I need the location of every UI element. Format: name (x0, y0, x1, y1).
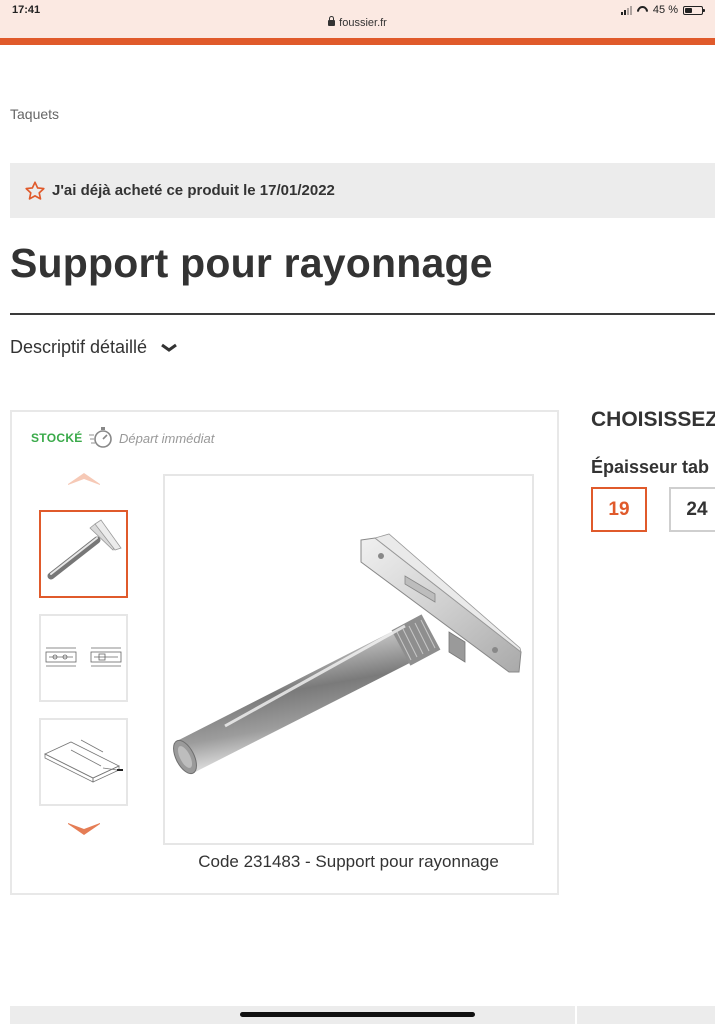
thumbnail-technical-drawing[interactable] (39, 614, 128, 702)
status-bar: 17:41 foussier.fr 45 % (0, 0, 715, 38)
description-toggle-label: Descriptif détaillé (10, 337, 148, 357)
thumbnail-image (47, 519, 122, 580)
address-bar[interactable]: foussier.fr (0, 16, 715, 29)
purchase-notice: J'ai déjà acheté ce produit le 17/01/202… (10, 163, 715, 218)
thickness-option-24[interactable]: 24 (669, 487, 715, 532)
bottom-divider (575, 1006, 577, 1024)
product-image (173, 533, 522, 775)
battery-icon (683, 5, 705, 15)
main-product-image[interactable] (163, 474, 534, 845)
thumbnail-image (44, 739, 123, 783)
wifi-icon (637, 6, 648, 14)
stopwatch-icon (89, 427, 112, 448)
breadcrumb[interactable]: Taquets (10, 106, 59, 122)
home-indicator[interactable] (240, 1012, 475, 1017)
address-url: foussier.fr (339, 17, 387, 29)
purchase-notice-text: J'ai déjà acheté ce produit le 17/01/202… (52, 182, 335, 199)
status-indicators: 45 % (620, 4, 705, 16)
thickness-option-19[interactable]: 19 (591, 487, 647, 532)
brand-bar (0, 38, 715, 45)
page-title: Support pour rayonnage (10, 240, 493, 286)
star-icon[interactable] (24, 180, 46, 202)
lock-icon (328, 16, 336, 26)
thumbnail-installation-drawing[interactable] (39, 718, 128, 806)
chevron-down-icon[interactable] (67, 822, 101, 840)
signal-icon (620, 5, 632, 15)
image-caption: Code 231483 - Support pour rayonnage (198, 852, 499, 871)
battery-percent: 45 % (652, 4, 678, 16)
chevron-down-icon (161, 343, 177, 352)
description-toggle[interactable]: Descriptif détaillé (10, 337, 177, 358)
title-divider (10, 313, 715, 315)
thickness-label: Épaisseur tab (591, 457, 710, 477)
thumbnail-product-photo[interactable] (39, 510, 128, 598)
thumbnail-image (45, 647, 122, 667)
options-title: CHOISISSEZ (591, 408, 715, 431)
stock-status: STOCKÉ (31, 431, 83, 445)
product-gallery: STOCKÉ Départ immédiat Code 231483 - Sup… (10, 410, 559, 895)
status-time: 17:41 (12, 4, 41, 16)
shipping-status: Départ immédiat (119, 431, 215, 446)
chevron-up-icon[interactable] (67, 468, 101, 486)
battery-level (685, 7, 693, 13)
